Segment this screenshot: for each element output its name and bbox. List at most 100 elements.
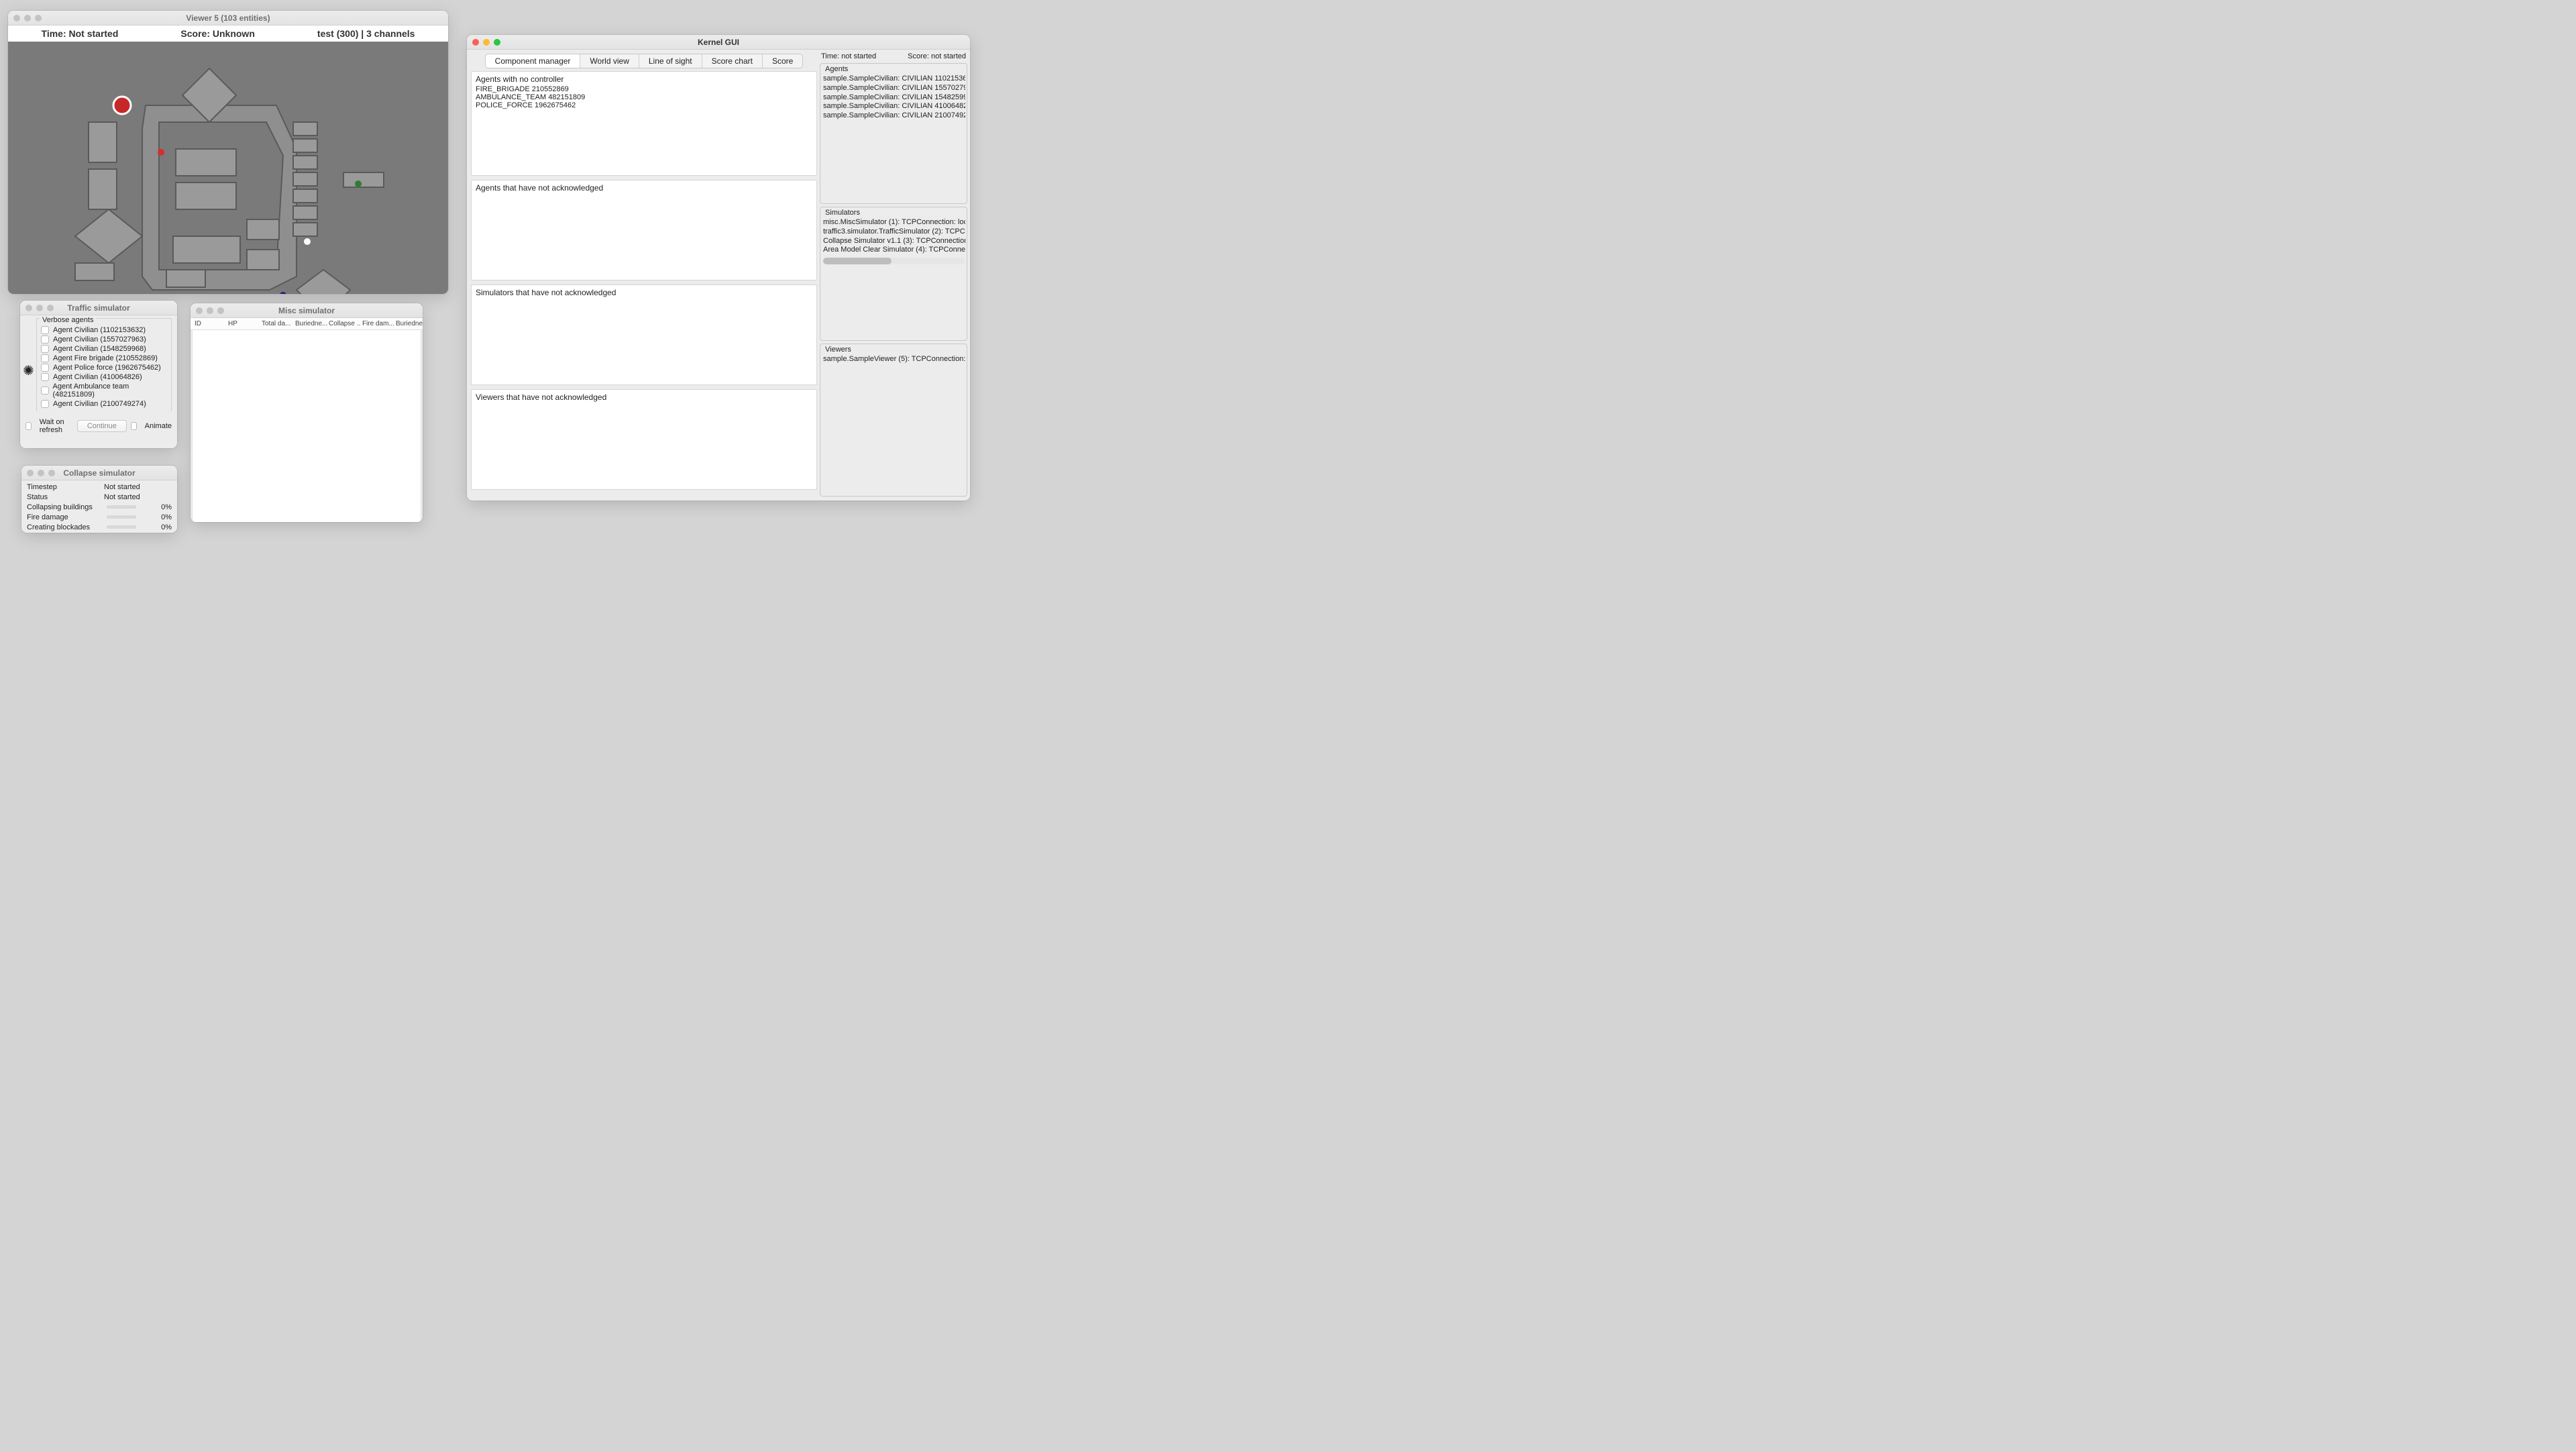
viewers-panel-legend: Viewers [823, 346, 853, 354]
verbose-agent-row[interactable]: Agent Fire brigade (210552869) [37, 354, 171, 363]
no-controller-item[interactable]: FIRE_BRIGADE 210552869 [476, 85, 812, 93]
wait-on-refresh-checkbox[interactable] [25, 422, 32, 430]
collapse-row-label: Fire damage [27, 513, 104, 521]
kernel-titlebar[interactable]: Kernel GUI [467, 35, 970, 50]
collapse-row-value: 0% [136, 513, 172, 521]
animate-label: Animate [145, 422, 172, 430]
verbose-agent-row[interactable]: Agent Civilian (410064826) [37, 372, 171, 382]
minimize-icon[interactable] [38, 470, 44, 476]
agents-no-controller-caption: Agents with no controller [476, 74, 812, 84]
minimize-icon[interactable] [36, 305, 43, 311]
viewer-titlebar[interactable]: Viewer 5 (103 entities) [8, 11, 448, 25]
misc-column-header[interactable]: ID [195, 320, 227, 327]
agents-panel-legend: Agents [823, 65, 850, 73]
viewers-panel-item[interactable]: sample.SampleViewer (5): TCPConnection: … [823, 355, 965, 364]
close-icon[interactable] [27, 470, 34, 476]
kernel-tab-score-chart[interactable]: Score chart [702, 54, 763, 68]
viewer-status-bar: Time: Not started Score: Unknown test (3… [8, 25, 448, 42]
zoom-icon[interactable] [47, 305, 54, 311]
agent-label: Agent Civilian (2100749274) [53, 400, 146, 408]
collapse-status-row: Fire damage 0% [27, 512, 172, 522]
viewer-score: Score: Unknown [180, 28, 254, 39]
police-dot-icon [280, 292, 286, 294]
agents-panel-item[interactable]: sample.SampleCivilian: CIVILIAN 41006482… [823, 102, 965, 111]
simulators-panel-scrollbar[interactable] [823, 258, 965, 264]
agent-checkbox[interactable] [41, 335, 49, 344]
zoom-icon[interactable] [35, 15, 42, 21]
sims-not-ack-box: Simulators that have not acknowledged [471, 284, 817, 385]
minimize-icon[interactable] [207, 307, 213, 314]
verbose-agent-row[interactable]: Agent Civilian (1102153632) [37, 325, 171, 335]
kernel-tab-component-manager[interactable]: Component manager [486, 54, 581, 68]
close-icon[interactable] [472, 39, 479, 46]
misc-column-header[interactable]: HP [228, 320, 260, 327]
kernel-status-score: Score: not started [908, 52, 966, 60]
verbose-agent-row[interactable]: Agent Police force (1962675462) [37, 363, 171, 372]
agents-panel-item[interactable]: sample.SampleCivilian: CIVILIAN 15482599… [823, 93, 965, 103]
collapse-status-row: TimestepNot started [27, 482, 172, 492]
no-controller-item[interactable]: AMBULANCE_TEAM 482151809 [476, 93, 812, 101]
misc-titlebar[interactable]: Misc simulator [191, 303, 423, 318]
close-icon[interactable] [196, 307, 203, 314]
minimize-icon[interactable] [483, 39, 490, 46]
verbose-agent-row[interactable]: Agent Civilian (2100749274) [37, 399, 171, 409]
traffic-titlebar[interactable]: Traffic simulator [20, 301, 177, 315]
no-controller-item[interactable]: POLICE_FORCE 1962675462 [476, 101, 812, 109]
viewers-not-ack-caption: Viewers that have not acknowledged [476, 393, 812, 402]
simulators-panel-legend: Simulators [823, 209, 862, 217]
zoom-icon[interactable] [217, 307, 224, 314]
gear-icon: ✺ [23, 362, 34, 379]
viewer-window: Viewer 5 (103 entities) Time: Not starte… [8, 11, 448, 294]
simulators-panel-item[interactable]: Area Model Clear Simulator (4): TCPConne… [823, 246, 965, 255]
collapse-row-label: Timestep [27, 483, 104, 491]
agent-checkbox[interactable] [41, 373, 49, 381]
kernel-gui-window: Kernel GUI Component managerWorld viewLi… [467, 35, 970, 501]
zoom-icon[interactable] [48, 470, 55, 476]
agent-checkbox[interactable] [41, 364, 49, 372]
agents-not-ack-caption: Agents that have not acknowledged [476, 183, 812, 193]
agent-checkbox[interactable] [41, 354, 49, 362]
misc-column-header[interactable]: Total da... [262, 320, 294, 327]
collapse-row-value: 0% [136, 523, 172, 531]
misc-column-header[interactable]: Buriedne... [396, 320, 423, 327]
simulators-panel-item[interactable]: Collapse Simulator v1.1 (3): TCPConnecti… [823, 237, 965, 246]
agent-checkbox[interactable] [41, 345, 49, 353]
agent-checkbox[interactable] [41, 326, 49, 334]
animate-checkbox[interactable] [131, 422, 137, 430]
agent-checkbox[interactable] [41, 386, 49, 395]
viewers-panel: Viewers sample.SampleViewer (5): TCPConn… [820, 344, 967, 497]
minimize-icon[interactable] [24, 15, 31, 21]
collapse-titlebar[interactable]: Collapse simulator [21, 466, 177, 480]
agents-panel-item[interactable]: sample.SampleCivilian: CIVILIAN 11021536… [823, 74, 965, 84]
viewer-title: Viewer 5 (103 entities) [8, 13, 448, 23]
kernel-tab-line-of-sight[interactable]: Line of sight [639, 54, 702, 68]
misc-column-header[interactable]: Collapse ... [329, 320, 361, 327]
verbose-agents-legend: Verbose agents [40, 316, 96, 324]
close-icon[interactable] [25, 305, 32, 311]
kernel-tab-world-view[interactable]: World view [580, 54, 639, 68]
civilian-marker-icon [113, 97, 131, 114]
viewer-channels: test (300) | 3 channels [317, 28, 415, 39]
simulators-panel-item[interactable]: traffic3.simulator.TrafficSimulator (2):… [823, 227, 965, 237]
agent-checkbox[interactable] [41, 400, 49, 408]
zoom-icon[interactable] [494, 39, 500, 46]
sims-not-ack-caption: Simulators that have not acknowledged [476, 288, 812, 297]
agents-not-ack-box: Agents that have not acknowledged [471, 180, 817, 280]
verbose-agent-row[interactable]: Agent Civilian (1548259968) [37, 344, 171, 354]
verbose-agent-row[interactable]: Agent Civilian (1557027963) [37, 335, 171, 344]
simulators-panel-item[interactable]: misc.MiscSimulator (1): TCPConnection: l… [823, 218, 965, 227]
collapse-status-row: Collapsing buildings0% [27, 502, 172, 512]
map-viewport[interactable] [8, 42, 448, 294]
agents-panel-item[interactable]: sample.SampleCivilian: CIVILIAN 21007492… [823, 111, 965, 121]
verbose-agent-row[interactable]: Agent Ambulance team (482151809) [37, 382, 171, 399]
agents-panel-item[interactable]: sample.SampleCivilian: CIVILIAN 15570279… [823, 84, 965, 93]
agents-no-controller-box: Agents with no controller FIRE_BRIGADE 2… [471, 71, 817, 176]
misc-column-header[interactable]: Fire dam... [362, 320, 394, 327]
close-icon[interactable] [13, 15, 20, 21]
collapse-row-label: Collapsing buildings [27, 503, 104, 511]
continue-button[interactable]: Continue [77, 420, 127, 432]
misc-column-header[interactable]: Buriedne... [295, 320, 327, 327]
kernel-tab-score[interactable]: Score [763, 54, 802, 68]
verbose-agents-fieldset: Verbose agents Agent Civilian (110215363… [36, 318, 172, 411]
misc-table-header: IDHPTotal da...Buriedne...Collapse ...Fi… [191, 318, 423, 330]
